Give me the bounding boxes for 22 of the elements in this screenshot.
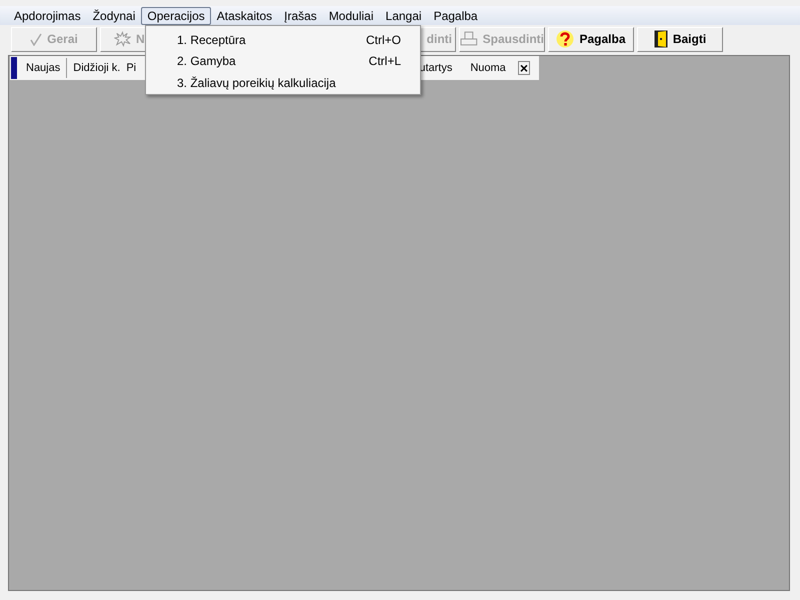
menu-item[interactable]: Apdorojimas bbox=[8, 6, 87, 24]
menu-item[interactable]: Įrašas bbox=[278, 6, 323, 24]
menu-item[interactable]: Pagalba bbox=[428, 6, 484, 24]
burst-icon bbox=[114, 31, 131, 47]
menu-item[interactable]: 2. Gamyba Ctrl+L bbox=[146, 50, 420, 72]
question-icon bbox=[556, 30, 574, 48]
toolbar-item[interactable]: Didžioji k. bbox=[67, 58, 124, 78]
toolbar-item[interactable]: Naujas bbox=[20, 58, 68, 78]
menu-item[interactable]: Operacijos bbox=[141, 6, 211, 24]
menu-item[interactable]: 3. Žaliavų poreikių kalkuliacija bbox=[146, 72, 420, 94]
menu-item[interactable]: Moduliai bbox=[322, 6, 380, 24]
menu-item[interactable]: Ataskaitos bbox=[210, 6, 278, 24]
menu-item[interactable]: Langai bbox=[380, 6, 428, 24]
check-icon bbox=[30, 32, 42, 46]
door-icon bbox=[654, 30, 668, 48]
grip-bar[interactable] bbox=[11, 57, 17, 79]
toolbar-item[interactable]: Nuoma bbox=[458, 58, 512, 78]
toolbar-button[interactable]: Pagalba bbox=[548, 26, 634, 52]
printer-icon bbox=[460, 31, 478, 47]
close-button[interactable]: × bbox=[518, 61, 530, 75]
toolbar-button[interactable]: Baigti bbox=[637, 26, 723, 52]
menu-item[interactable]: Žodynai bbox=[86, 6, 142, 24]
